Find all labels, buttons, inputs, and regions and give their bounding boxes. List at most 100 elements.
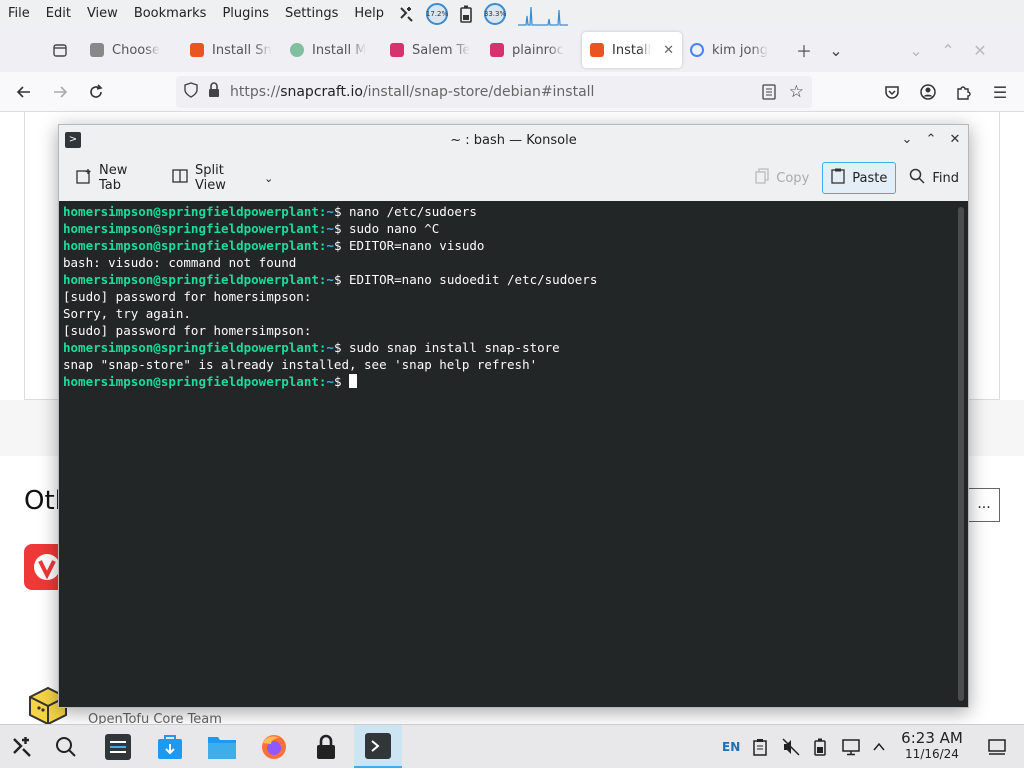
prompt-user: homersimpson@springfieldpowerplant [63,238,319,253]
hamburger-menu-icon[interactable]: ☰ [984,76,1016,108]
maximize-icon[interactable]: ⌃ [932,34,964,66]
terminal-line: homersimpson@springfieldpowerplant:~$ su… [63,339,597,356]
browser-tab[interactable]: Install Sn [182,32,282,68]
konsole-toolbar: New Tab Split View ⌄ Copy Paste Find [59,155,968,201]
terminal-line: homersimpson@springfieldpowerplant:~$ ED… [63,237,597,254]
command-text: EDITOR=nano sudoedit /etc/sudoers [341,272,598,287]
window-titlebar[interactable]: > ~ : bash — Konsole ⌄ ⌃ ✕ [59,125,968,155]
browser-tab[interactable]: plainroc [482,32,582,68]
prompt-user: homersimpson@springfieldpowerplant [63,374,319,389]
bookmark-star-icon[interactable]: ☆ [789,82,804,102]
prompt-path: ~ [326,204,334,219]
menu-plugins[interactable]: Plugins [214,0,277,28]
prompt-user: homersimpson@springfieldpowerplant [63,272,319,287]
chevron-up-icon[interactable] [872,725,886,768]
volume-muted-icon[interactable] [782,725,800,768]
browser-tab[interactable]: kim jong [682,32,782,68]
tab-list-icon[interactable]: ⌄ [820,34,852,66]
menu-bookmarks[interactable]: Bookmarks [126,0,215,28]
new-tab-button[interactable]: New Tab [67,162,159,194]
url-text: https://snapcraft.io/install/snap-store/… [230,84,595,100]
more-button[interactable]: ... [968,488,1000,522]
forward-icon[interactable] [44,76,76,108]
browser-tab[interactable]: Salem Te [382,32,482,68]
menu-view[interactable]: View [79,0,126,28]
command-text [341,374,349,389]
site-icon [290,43,304,57]
output-text: [sudo] password for homersimpson: [63,289,312,304]
terminal-scrollbar[interactable] [958,207,964,701]
maximize-icon[interactable]: ⌃ [921,130,941,150]
shield-icon[interactable] [184,82,198,102]
firefox-icon[interactable] [252,725,296,768]
copy-icon [755,168,769,188]
extensions-icon[interactable] [948,76,980,108]
prompt-path: ~ [326,374,334,389]
menu-help[interactable]: Help [346,0,392,28]
application-launcher-icon[interactable] [0,725,44,768]
konsole-window: > ~ : bash — Konsole ⌄ ⌃ ✕ New Tab Split… [58,124,969,708]
back-icon[interactable] [8,76,40,108]
search-icon[interactable] [44,725,88,768]
url-bar[interactable]: https://snapcraft.io/install/snap-store/… [176,76,812,108]
lock-icon[interactable] [208,82,220,102]
launcher-icon[interactable] [398,0,414,28]
network-graph[interactable] [518,0,568,28]
search-icon [909,168,925,188]
reload-icon[interactable] [80,76,112,108]
terminal-line: snap "snap-store" is already installed, … [63,356,597,373]
browser-tab-active[interactable]: Install ✕ [582,32,682,68]
minimize-icon[interactable]: ⌄ [900,34,932,66]
output-text: [sudo] password for homersimpson: [63,323,312,338]
menu-file[interactable]: File [0,0,38,28]
firefox-view-icon[interactable] [44,34,76,66]
prompt-user: homersimpson@springfieldpowerplant [63,204,319,219]
paste-button[interactable]: Paste [822,162,897,194]
command-text: sudo nano ^C [341,221,440,236]
terminal-area[interactable]: homersimpson@springfieldpowerplant:~$ na… [59,201,968,707]
terminal-line: bash: visudo: command not found [63,254,597,271]
terminal-output: homersimpson@springfieldpowerplant:~$ na… [63,203,597,390]
reader-view-icon[interactable] [762,84,776,104]
new-tab-icon[interactable]: ＋ [788,34,820,66]
cube-icon [90,43,104,57]
konsole-taskbar-icon[interactable] [354,725,402,768]
software-center-icon[interactable] [148,725,192,768]
browser-tab-strip: Choose Install Sn Install M Salem Te pla… [0,28,1024,72]
find-button[interactable]: Find [900,162,968,194]
output-text: Sorry, try again. [63,306,191,321]
pocket-icon[interactable] [876,76,908,108]
youtube-icon [390,43,404,57]
browser-tab[interactable]: Choose [82,32,182,68]
menu-settings[interactable]: Settings [277,0,346,28]
clock[interactable]: 6:23 AM 11/16/24 [896,729,968,761]
minimize-icon[interactable]: ⌄ [897,130,917,150]
close-tab-icon[interactable]: ✕ [659,43,674,58]
network-icon[interactable] [842,725,860,768]
prompt-user: homersimpson@springfieldpowerplant [63,340,319,355]
split-view-icon [172,168,188,188]
google-icon [690,43,704,57]
memory-monitor[interactable]: 33.3% [484,0,506,28]
command-text: sudo snap install snap-store [341,340,560,355]
keyboard-layout-indicator[interactable]: EN [722,725,740,768]
prompt-path: ~ [326,238,334,253]
lock-icon[interactable] [304,725,348,768]
show-desktop-icon[interactable] [988,725,1006,768]
prompt-path: ~ [326,340,334,355]
account-icon[interactable] [912,76,944,108]
split-view-button[interactable]: Split View ⌄ [163,162,282,194]
cpu-monitor[interactable]: 17.2% [426,0,448,28]
file-manager-icon[interactable] [200,725,244,768]
menu-edit[interactable]: Edit [38,0,79,28]
battery-icon[interactable] [814,725,826,768]
battery-icon[interactable] [460,0,472,28]
close-icon[interactable]: ✕ [945,130,965,150]
terminal-line: homersimpson@springfieldpowerplant:~$ na… [63,203,597,220]
system-settings-icon[interactable] [96,725,140,768]
terminal-line: homersimpson@springfieldpowerplant:~$ su… [63,220,597,237]
browser-tab[interactable]: Install M [282,32,382,68]
close-window-icon[interactable]: ✕ [964,34,996,66]
copy-button[interactable]: Copy [746,162,818,194]
clipboard-icon[interactable] [752,725,768,768]
